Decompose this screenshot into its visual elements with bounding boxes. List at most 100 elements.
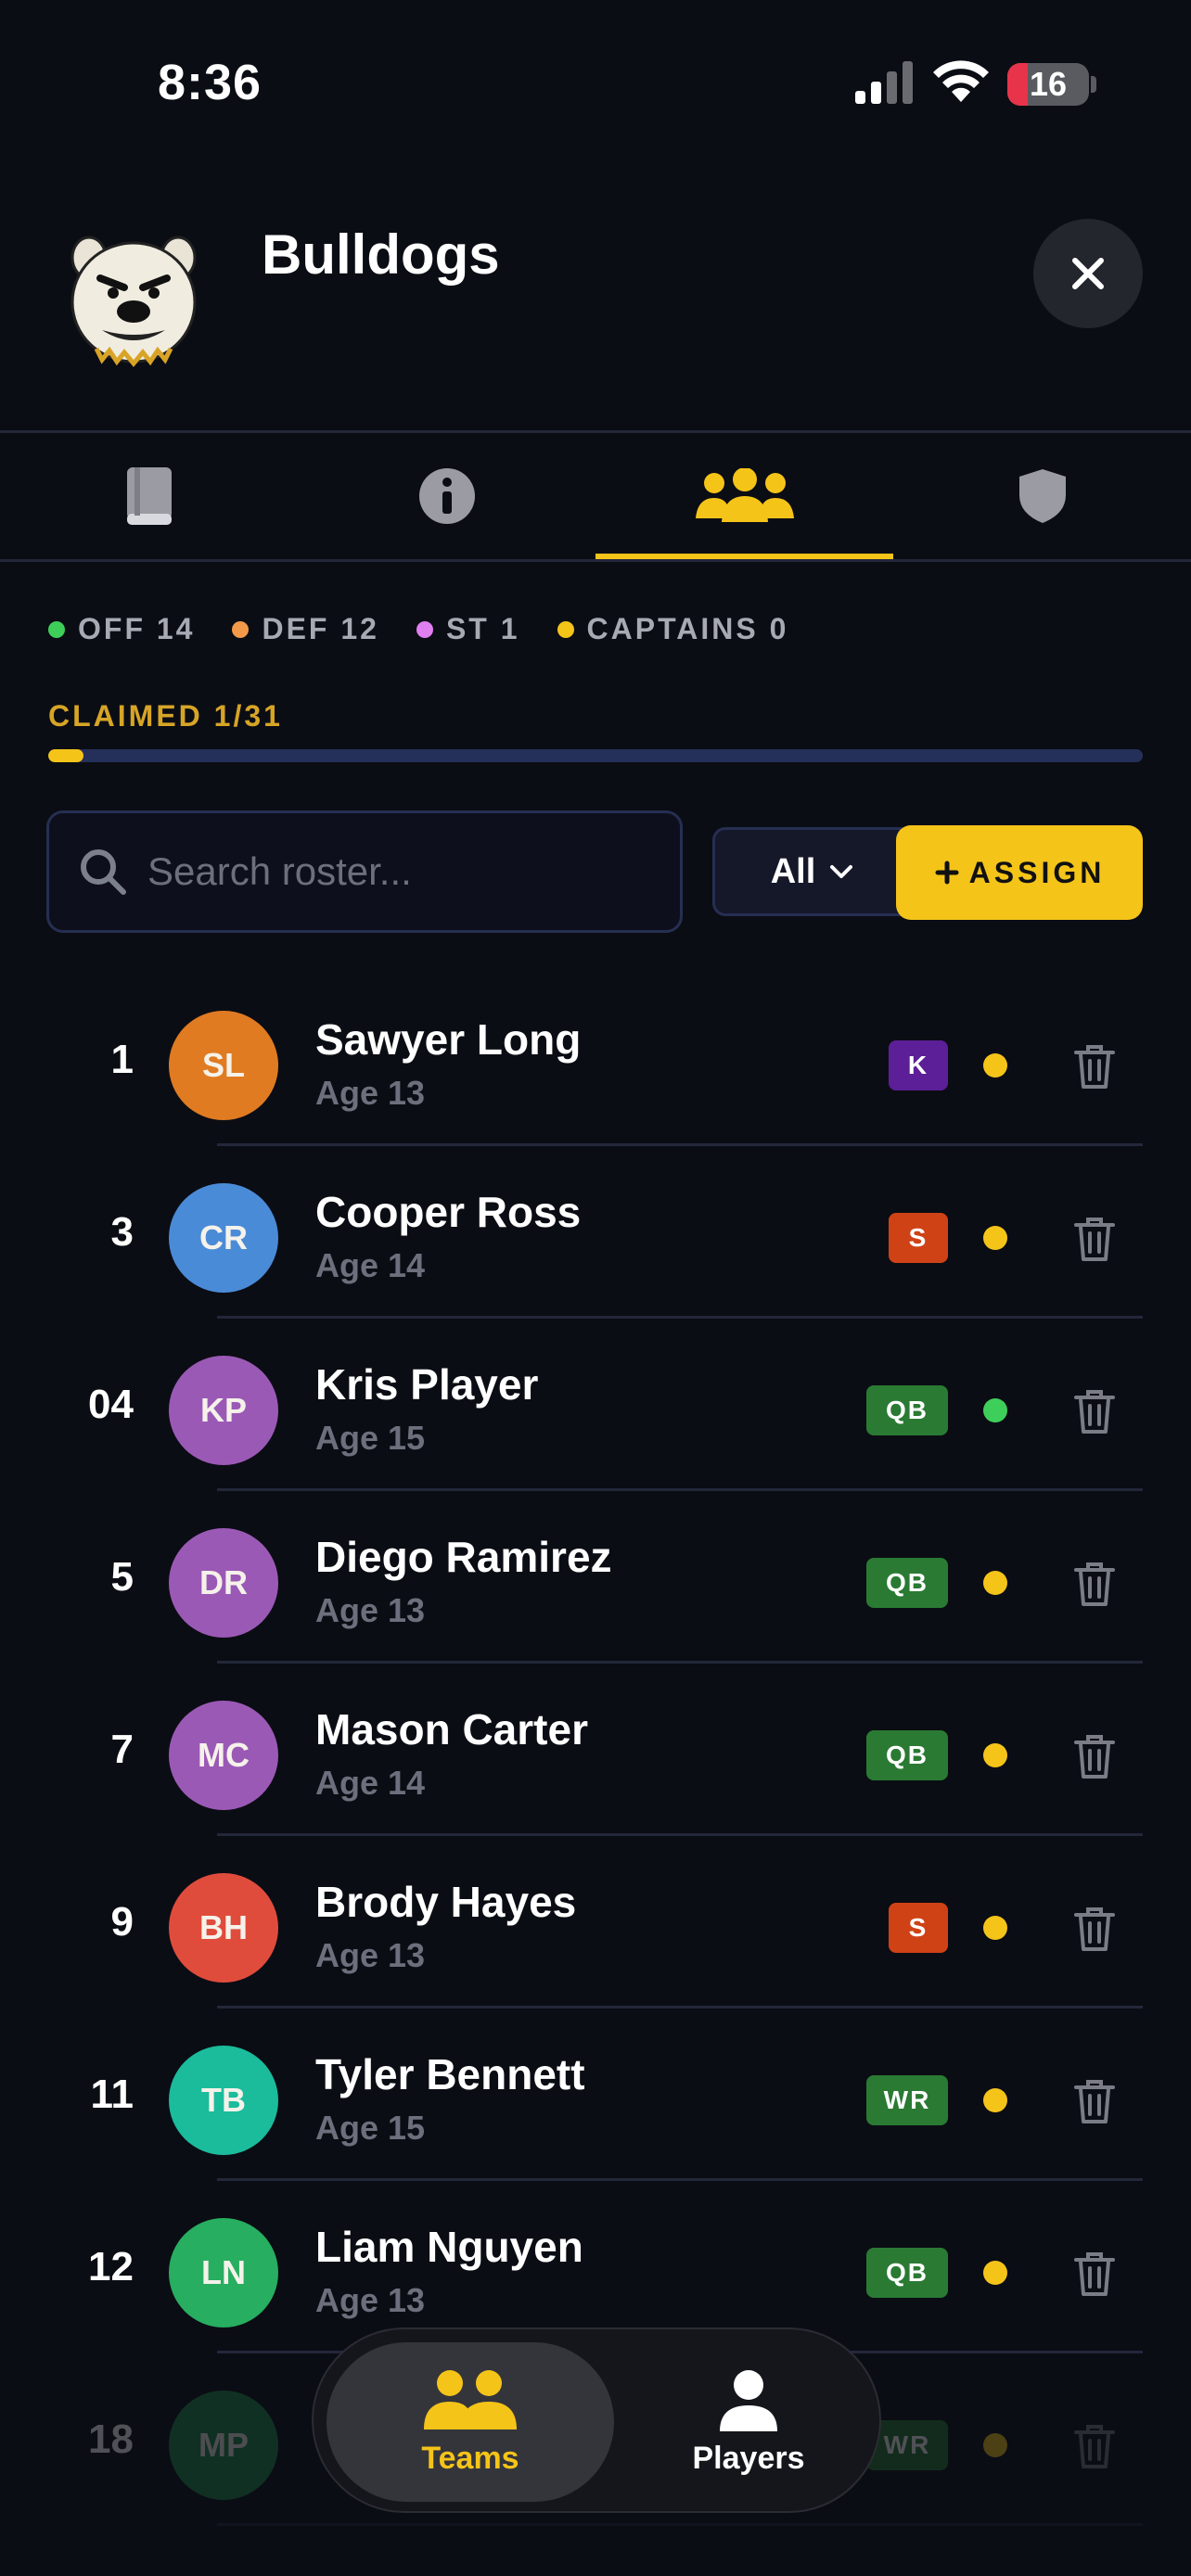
teams-icon [424, 2369, 517, 2429]
position-badge: QB [866, 1730, 948, 1780]
users-icon [695, 468, 794, 522]
trash-icon[interactable] [1070, 2422, 1119, 2470]
count-captains: CAPTAINS 0 [557, 612, 789, 646]
nav-teams[interactable]: Teams [327, 2342, 614, 2502]
roster-row[interactable]: 7 MC Mason Carter Age 14 QB [0, 1664, 1191, 1836]
player-age: Age 13 [315, 1936, 426, 1974]
tab-shield[interactable] [893, 433, 1191, 559]
tab-bar [0, 433, 1191, 559]
trash-icon[interactable] [1070, 1732, 1119, 1780]
roster-list: 1 SL Sawyer Long Age 13 K 3 CR Cooper Ross Age 1… [0, 974, 1191, 2526]
claimed-progress-fill [48, 749, 84, 762]
player-name: Kris Player [315, 1360, 539, 1409]
battery-tip [1091, 76, 1096, 93]
count-label: DEF 12 [262, 612, 379, 645]
battery-indicator: 16 [1007, 63, 1089, 106]
trash-icon[interactable] [1070, 2077, 1119, 2125]
roster-row[interactable]: 1 SL Sawyer Long Age 13 K [0, 974, 1191, 1146]
claimed-progress-bar [48, 749, 1143, 762]
player-age: Age 15 [315, 2109, 426, 2147]
jersey-number: 18 [88, 2417, 134, 2462]
tab-roster[interactable] [596, 433, 893, 559]
book-icon [126, 467, 172, 525]
battery-level: 16 [1029, 65, 1068, 103]
player-age: Age 15 [315, 1419, 426, 1457]
player-name: Sawyer Long [315, 1015, 582, 1064]
offense-dot [48, 620, 65, 638]
count-defense: DEF 12 [232, 612, 378, 646]
info-icon [418, 468, 475, 524]
close-icon [1072, 258, 1104, 289]
cellular-signal-icon [855, 61, 913, 104]
status-dot [983, 2088, 1007, 2112]
status-time: 8:36 [158, 55, 263, 110]
tab-info[interactable] [298, 433, 596, 559]
count-special-teams: ST 1 [416, 612, 520, 646]
shield-icon [1018, 469, 1066, 523]
tab-divider [0, 559, 1191, 562]
status-dot [983, 1398, 1007, 1422]
assign-label: ASSIGN [968, 855, 1106, 889]
nav-players[interactable]: Players [605, 2342, 892, 2502]
position-badge: S [889, 1903, 948, 1953]
jersey-number: 9 [110, 1899, 134, 1945]
jersey-number: 12 [88, 2244, 134, 2289]
player-name: Mason Carter [315, 1705, 588, 1753]
position-badge: WR [866, 2075, 948, 2125]
trash-icon[interactable] [1070, 1042, 1119, 1090]
status-dot [983, 1226, 1007, 1250]
status-dot [983, 1571, 1007, 1595]
avatar: BH [169, 1873, 278, 1983]
filter-dropdown[interactable]: All [712, 827, 913, 916]
trash-icon[interactable] [1070, 1215, 1119, 1263]
roster-row[interactable]: 11 TB Tyler Bennett Age 15 WR [0, 2009, 1191, 2181]
jersey-number: 7 [110, 1727, 134, 1772]
close-button[interactable] [1033, 219, 1143, 328]
count-label: OFF 14 [78, 612, 196, 645]
status-dot [983, 1053, 1007, 1078]
count-label: CAPTAINS 0 [586, 612, 789, 645]
filter-label: All [770, 851, 816, 891]
avatar: MP [169, 2391, 278, 2500]
trash-icon[interactable] [1070, 1387, 1119, 1435]
avatar: TB [169, 2046, 278, 2155]
trash-icon[interactable] [1070, 2250, 1119, 2298]
jersey-number: 1 [110, 1037, 134, 1082]
player-age: Age 14 [315, 1246, 426, 1284]
roster-row[interactable]: 3 CR Cooper Ross Age 14 S [0, 1146, 1191, 1319]
trash-icon[interactable] [1070, 1905, 1119, 1953]
roster-row[interactable]: 9 BH Brody Hayes Age 13 S [0, 1836, 1191, 2009]
chevron-down-icon [830, 865, 853, 878]
search-input[interactable] [147, 849, 648, 894]
nav-teams-label: Teams [421, 2440, 519, 2476]
search-icon [81, 849, 126, 895]
player-name: Diego Ramirez [315, 1533, 612, 1581]
roster-row[interactable]: 5 DR Diego Ramirez Age 13 QB [0, 1491, 1191, 1664]
trash-icon[interactable] [1070, 1560, 1119, 1608]
bottom-nav: Teams Players [312, 2327, 881, 2513]
row-divider [217, 2523, 1143, 2526]
position-badge: QB [866, 2248, 948, 2298]
plus-icon [935, 861, 959, 885]
special-teams-dot [416, 620, 433, 638]
avatar: DR [169, 1528, 278, 1638]
search-box[interactable] [46, 810, 683, 933]
player-age: Age 13 [315, 1591, 426, 1629]
status-dot [983, 1916, 1007, 1940]
defense-dot [232, 620, 250, 638]
avatar: LN [169, 2218, 278, 2327]
player-name: Brody Hayes [315, 1878, 577, 1926]
position-badge: S [889, 1213, 948, 1263]
roster-row[interactable]: 04 KP Kris Player Age 15 QB [0, 1319, 1191, 1491]
player-age: Age 13 [315, 2281, 426, 2319]
count-offense: OFF 14 [48, 612, 195, 646]
assign-button[interactable]: ASSIGN [896, 825, 1143, 920]
avatar: SL [169, 1011, 278, 1120]
position-badge: QB [866, 1385, 948, 1435]
nav-players-label: Players [692, 2440, 805, 2476]
avatar: CR [169, 1183, 278, 1293]
claimed-label: CLAIMED 1/31 [48, 699, 283, 733]
team-name: Bulldogs [262, 223, 500, 286]
tab-playbook[interactable] [0, 433, 298, 559]
position-badge: K [889, 1040, 948, 1090]
